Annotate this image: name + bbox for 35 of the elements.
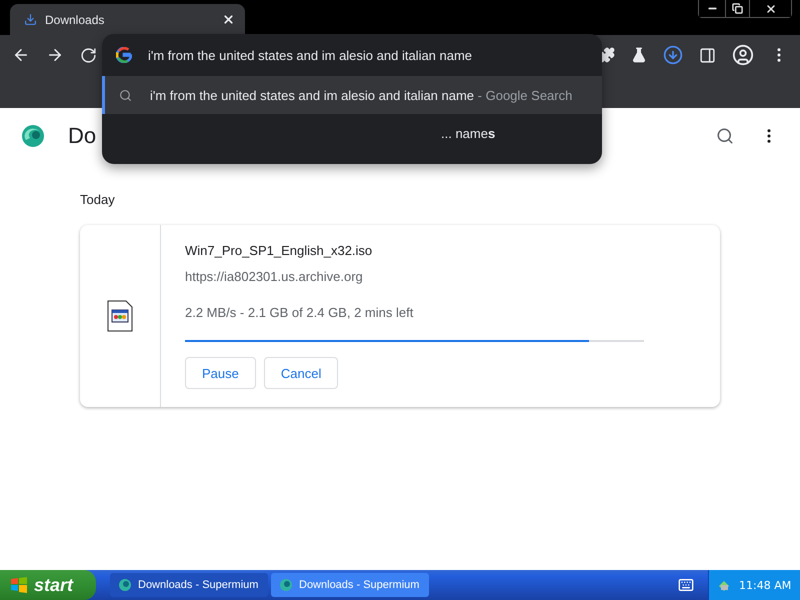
browser-logo-icon xyxy=(118,578,132,592)
start-button[interactable]: start xyxy=(0,570,96,600)
cancel-button[interactable]: Cancel xyxy=(264,357,338,389)
browser-tab[interactable]: Downloads xyxy=(10,4,245,35)
restore-icon xyxy=(732,3,743,14)
download-icon xyxy=(24,13,37,26)
suggestion-item[interactable]: i'm from the united states and im alesio and italian name - Google Search xyxy=(102,76,602,114)
back-icon[interactable] xyxy=(12,46,30,64)
search-icon xyxy=(119,88,132,102)
taskbar-button[interactable]: Downloads - Supermium xyxy=(271,573,429,597)
page-title: Do xyxy=(68,123,96,149)
google-icon xyxy=(116,47,132,63)
search-icon[interactable] xyxy=(716,127,734,145)
close-icon[interactable] xyxy=(222,13,235,26)
taskbar-button[interactable]: Downloads - Supermium xyxy=(110,573,268,597)
close-icon xyxy=(764,2,776,14)
download-icon[interactable] xyxy=(663,45,683,65)
flask-icon[interactable] xyxy=(631,47,647,63)
file-name[interactable]: Win7_Pro_SP1_English_x32.iso xyxy=(185,243,644,258)
close-button[interactable] xyxy=(749,0,791,17)
keyboard-icon[interactable] xyxy=(678,577,694,593)
reload-icon[interactable] xyxy=(80,46,97,64)
browser-logo-icon xyxy=(279,578,293,592)
pause-button[interactable]: Pause xyxy=(185,357,256,389)
file-icon xyxy=(107,300,133,332)
side-panel-icon[interactable] xyxy=(699,46,716,64)
forward-icon[interactable] xyxy=(46,46,64,64)
profile-icon[interactable] xyxy=(732,44,754,66)
suggestion-item[interactable]: ... names xyxy=(102,114,602,152)
clock: 11:48 AM xyxy=(739,578,792,592)
windows-logo-icon xyxy=(10,576,28,594)
section-heading: Today xyxy=(80,192,116,207)
file-url[interactable]: https://ia802301.us.archive.org xyxy=(185,269,644,284)
logo-icon xyxy=(20,123,46,149)
download-status: 2.2 MB/s - 2.1 GB of 2.4 GB, 2 mins left xyxy=(185,305,414,320)
